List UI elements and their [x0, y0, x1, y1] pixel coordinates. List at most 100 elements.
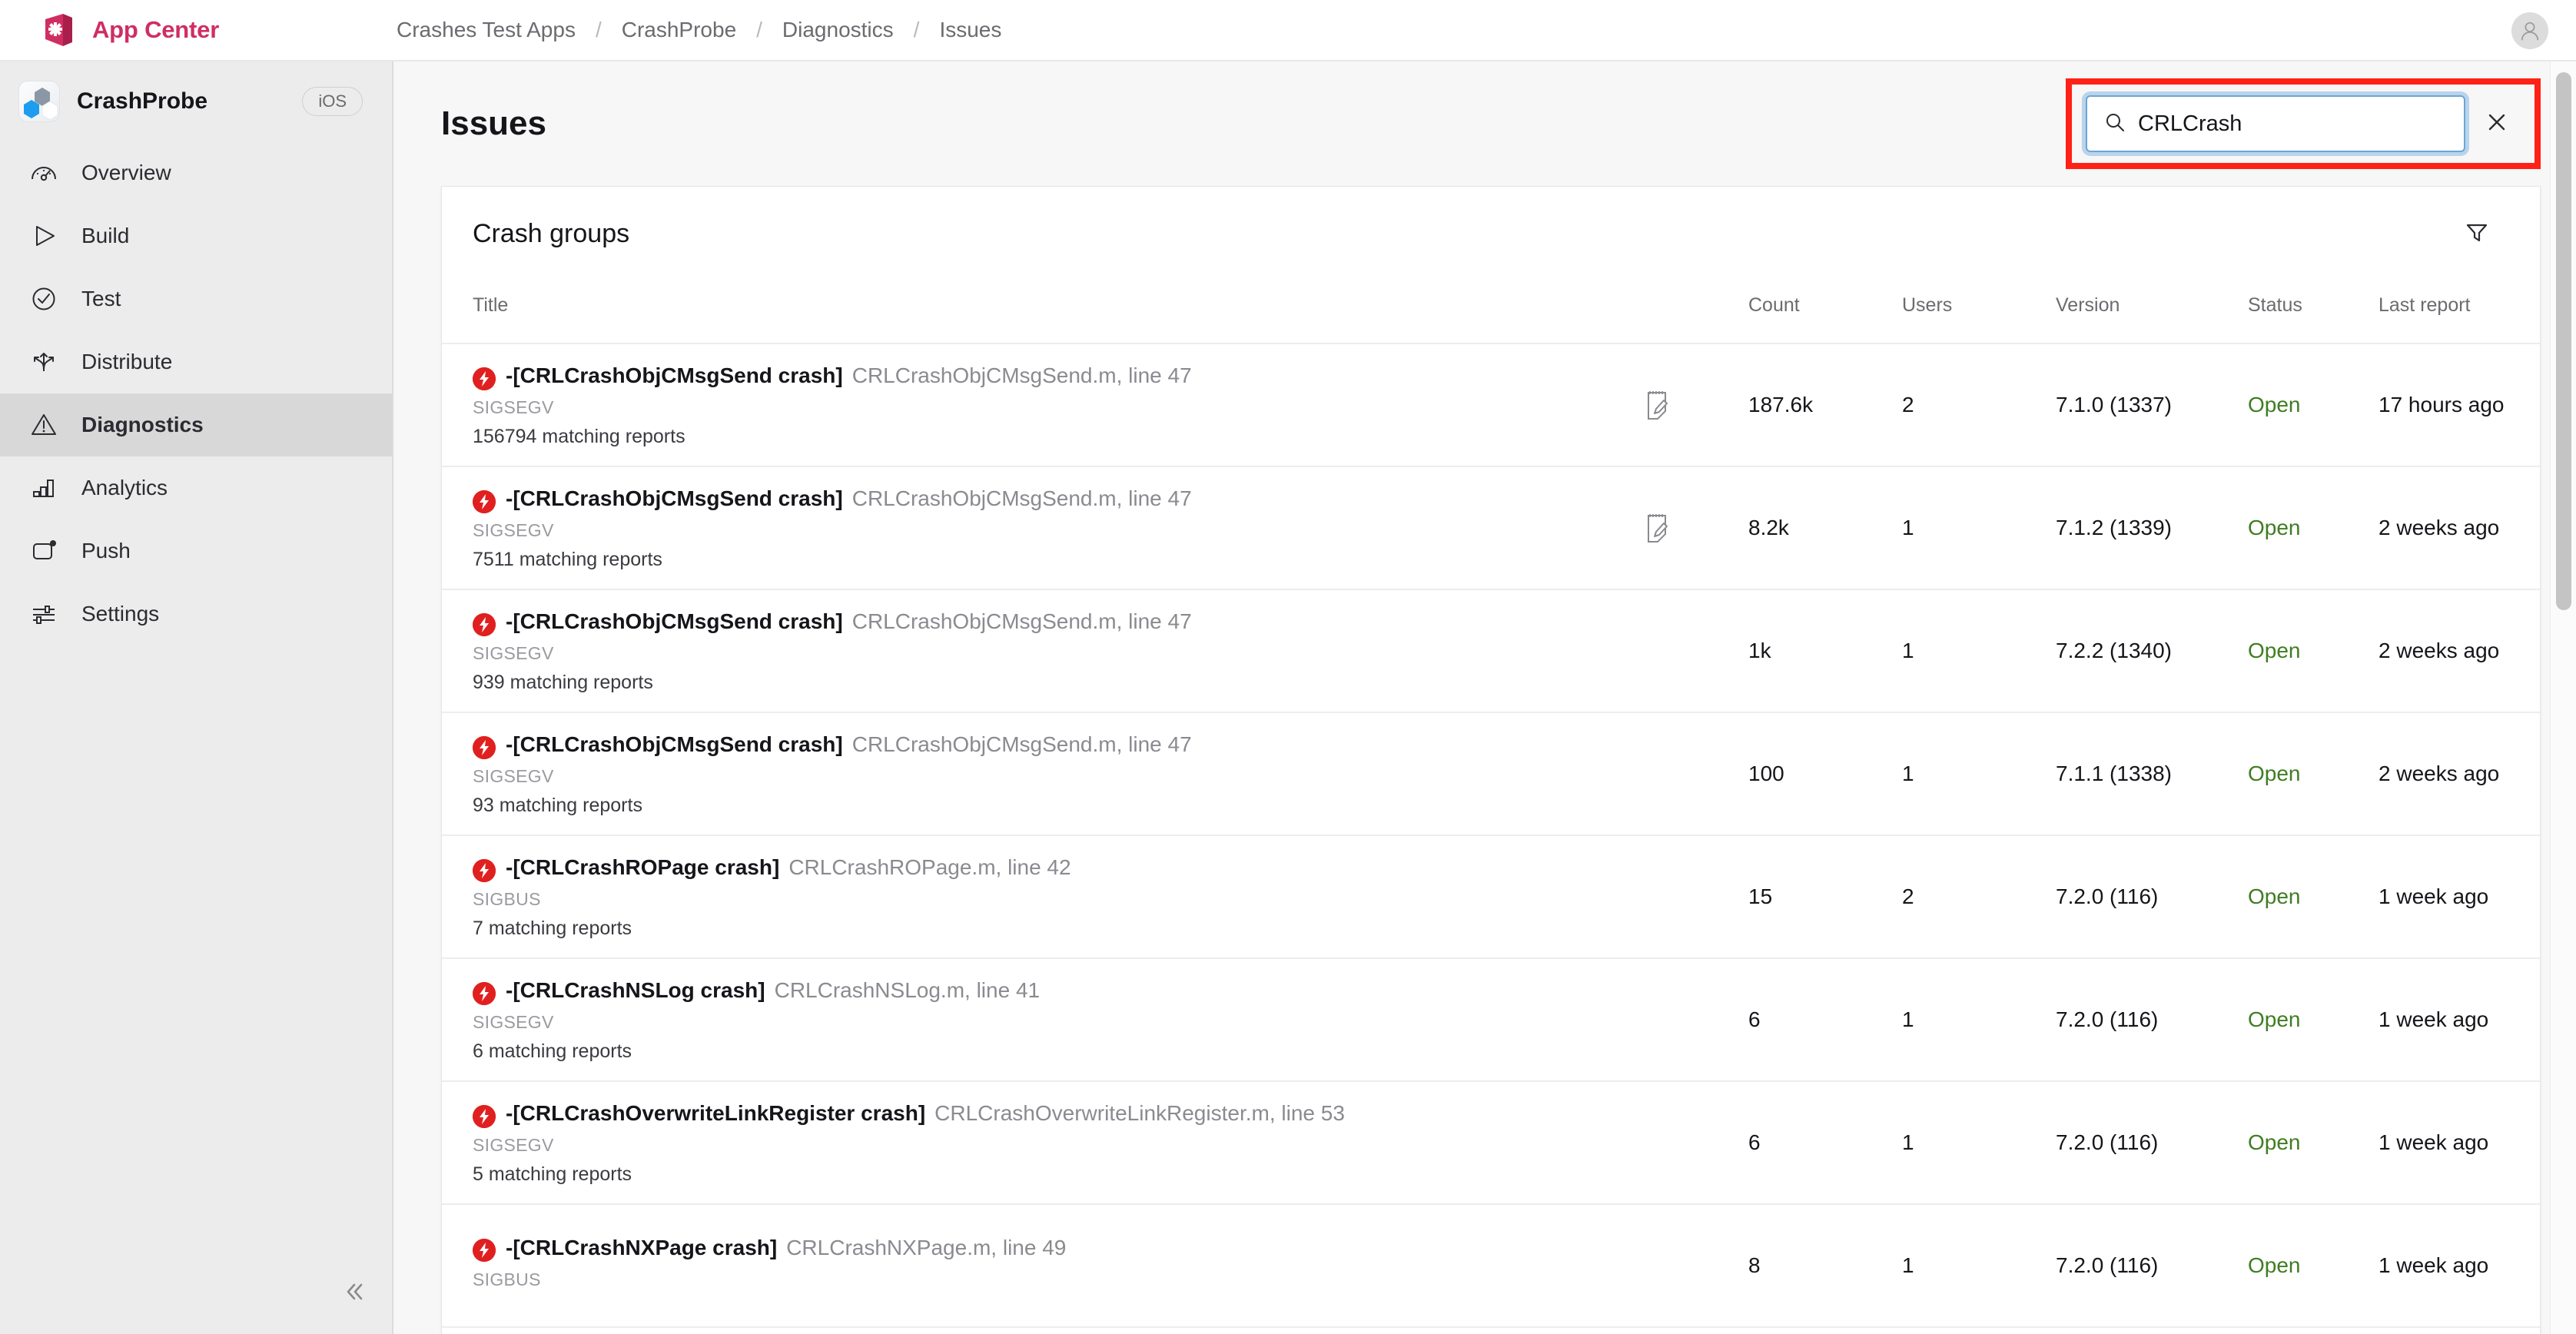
sidebar-item-label: Analytics: [81, 476, 168, 499]
crash-groups-card: Crash groups Title Count Users Version S…: [441, 186, 2541, 1334]
cell-note[interactable]: [1641, 712, 1748, 836]
sidebar-app-name: CrashProbe: [77, 88, 208, 114]
sidebar-item-test[interactable]: Test: [0, 267, 392, 330]
table-row[interactable]: -[CRLCrashNSLog crash] CRLCrashNSLog.m, l…: [442, 958, 2540, 1082]
sidebar-item-build[interactable]: Build: [0, 204, 392, 267]
table-row[interactable]: -[CRLCrashNXPage crash] CRLCrashNXPage.m,…: [442, 1204, 2540, 1328]
sidebar-item-label: Distribute: [81, 350, 173, 373]
play-icon: [26, 218, 61, 254]
table-row[interactable]: -[CRLCrashROPage crash] CRLCrashROPage.m,…: [442, 835, 2540, 959]
crash-title-main: -[CRLCrashObjCMsgSend crash]: [506, 732, 843, 756]
crash-signal: SIGSEGV: [473, 766, 554, 786]
scrollbar-thumb[interactable]: [2556, 72, 2571, 610]
cell-note[interactable]: [1641, 589, 1748, 713]
crash-bolt-icon: [473, 1104, 496, 1128]
sidebar-item-push[interactable]: Push: [0, 519, 392, 582]
cell-last-report: 17 hours ago: [2378, 343, 2540, 467]
cell-title[interactable]: -[CRLCrashObjCMsgSend crash] CRLCrashObjC…: [442, 589, 1641, 713]
crash-signal: SIGSEGV: [473, 520, 554, 540]
note-edit-icon[interactable]: [1641, 511, 1675, 545]
cell-status: Open: [2248, 835, 2378, 959]
column-header-status[interactable]: Status: [2248, 280, 2378, 344]
cell-title[interactable]: -[CRLCrashObjCMsgSend crash] CRLCrashObjC…: [442, 343, 1641, 467]
sidebar-item-overview[interactable]: Overview: [0, 141, 392, 204]
os-badge: iOS: [302, 87, 363, 116]
crash-matching-reports: 156794 matching reports: [473, 426, 685, 447]
column-header-title[interactable]: Title: [442, 280, 1641, 344]
table-body: -[CRLCrashObjCMsgSend crash] CRLCrashObjC…: [442, 343, 2540, 1328]
cell-count: 100: [1748, 712, 1902, 836]
cell-note[interactable]: [1641, 343, 1748, 467]
brand-name: App Center: [92, 16, 220, 43]
table-row[interactable]: -[CRLCrashOverwriteLinkRegister crash] CR…: [442, 1081, 2540, 1205]
cell-note[interactable]: [1641, 1081, 1748, 1205]
crash-signal: SIGSEGV: [473, 1012, 554, 1032]
cell-users: 1: [1902, 712, 2056, 836]
crash-matching-reports: 7 matching reports: [473, 918, 632, 939]
cell-title[interactable]: -[CRLCrashNSLog crash] CRLCrashNSLog.m, l…: [442, 958, 1641, 1082]
cell-count: 8: [1748, 1204, 1902, 1328]
column-header-users[interactable]: Users: [1902, 280, 2056, 344]
cell-last-report: 2 weeks ago: [2378, 712, 2540, 836]
search-clear-button[interactable]: [2473, 100, 2521, 148]
cell-title[interactable]: -[CRLCrashROPage crash] CRLCrashROPage.m,…: [442, 835, 1641, 959]
avatar[interactable]: [2511, 12, 2548, 49]
cell-title[interactable]: -[CRLCrashObjCMsgSend crash] CRLCrashObjC…: [442, 466, 1641, 590]
note-edit-icon[interactable]: [1641, 388, 1675, 422]
sidebar-item-distribute[interactable]: Distribute: [0, 330, 392, 393]
sidebar-app-header[interactable]: CrashProbe iOS: [0, 61, 392, 141]
chevron-double-left-icon: [340, 1278, 368, 1309]
brand[interactable]: App Center: [0, 0, 393, 61]
cell-version: 7.2.0 (116): [2056, 958, 2248, 1082]
cell-note[interactable]: [1641, 1204, 1748, 1328]
cell-users: 1: [1902, 466, 2056, 590]
filter-button[interactable]: [2455, 212, 2498, 255]
table-row[interactable]: -[CRLCrashObjCMsgSend crash] CRLCrashObjC…: [442, 712, 2540, 836]
column-header-version[interactable]: Version: [2056, 280, 2248, 344]
cell-title[interactable]: -[CRLCrashOverwriteLinkRegister crash] CR…: [442, 1081, 1641, 1205]
cell-version: 7.2.0 (116): [2056, 1204, 2248, 1328]
crash-title-file: CRLCrashROPage.m, line 42: [788, 855, 1071, 879]
sidebar-collapse-button[interactable]: [330, 1269, 378, 1317]
cell-title[interactable]: -[CRLCrashObjCMsgSend crash] CRLCrashObjC…: [442, 712, 1641, 836]
top-bar: App Center Crashes Test Apps / CrashProb…: [0, 0, 2576, 61]
card-title: Crash groups: [473, 218, 630, 248]
breadcrumb-item-0[interactable]: Crashes Test Apps: [393, 18, 579, 42]
cell-note[interactable]: [1641, 958, 1748, 1082]
cell-count: 1k: [1748, 589, 1902, 713]
vertical-scrollbar[interactable]: [2550, 61, 2576, 1334]
sidebar-item-analytics[interactable]: Analytics: [0, 456, 392, 519]
cell-count: 6: [1748, 958, 1902, 1082]
sidebar-item-diagnostics[interactable]: Diagnostics: [0, 393, 392, 456]
sidebar-item-label: Overview: [81, 161, 171, 184]
breadcrumb-item-1[interactable]: CrashProbe: [619, 18, 739, 42]
cell-note[interactable]: [1641, 835, 1748, 959]
table-row[interactable]: -[CRLCrashObjCMsgSend crash] CRLCrashObjC…: [442, 343, 2540, 467]
cell-last-report: 2 weeks ago: [2378, 589, 2540, 713]
column-header-count[interactable]: Count: [1748, 280, 1902, 344]
cell-last-report: 2 weeks ago: [2378, 466, 2540, 590]
table-row[interactable]: -[CRLCrashObjCMsgSend crash] CRLCrashObjC…: [442, 589, 2540, 713]
cell-title[interactable]: -[CRLCrashNXPage crash] CRLCrashNXPage.m,…: [442, 1204, 1641, 1328]
crash-bolt-icon: [473, 735, 496, 759]
sidebar-item-settings[interactable]: Settings: [0, 582, 392, 645]
search-input[interactable]: [2138, 111, 2447, 137]
table-row[interactable]: -[CRLCrashObjCMsgSend crash] CRLCrashObjC…: [442, 466, 2540, 590]
crash-signal: SIGBUS: [473, 889, 541, 909]
crash-title-file: CRLCrashNSLog.m, line 41: [774, 978, 1041, 1002]
crash-title-file: CRLCrashOverwriteLinkRegister.m, line 53: [934, 1101, 1345, 1125]
cell-last-report: 1 week ago: [2378, 1204, 2540, 1328]
sidebar-item-label: Test: [81, 287, 121, 310]
breadcrumb-item-2[interactable]: Diagnostics: [779, 18, 897, 42]
breadcrumb-item-3[interactable]: Issues: [936, 18, 1004, 42]
column-header-last-report[interactable]: Last report: [2378, 280, 2540, 344]
crash-title-main: -[CRLCrashROPage crash]: [506, 855, 780, 879]
cell-note[interactable]: [1641, 466, 1748, 590]
cell-status: Open: [2248, 343, 2378, 467]
crash-title: -[CRLCrashObjCMsgSend crash] CRLCrashObjC…: [473, 362, 1641, 390]
cell-status: Open: [2248, 1204, 2378, 1328]
search-box[interactable]: [2086, 95, 2465, 152]
crash-matching-reports: 5 matching reports: [473, 1163, 632, 1185]
sliders-icon: [26, 596, 61, 632]
cell-count: 6: [1748, 1081, 1902, 1205]
